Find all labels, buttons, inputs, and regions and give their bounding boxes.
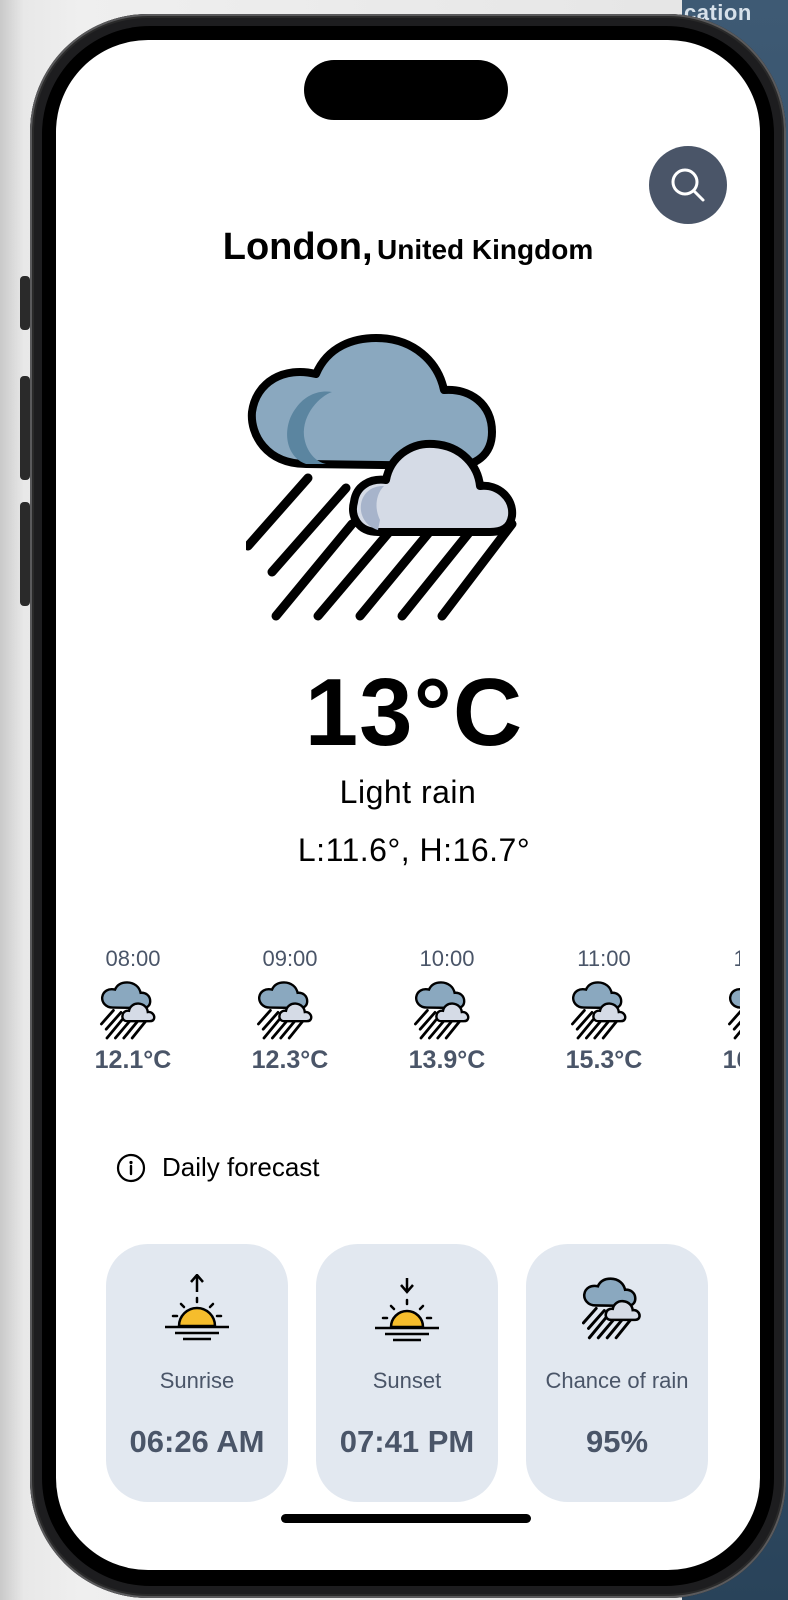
- hourly-time: 10:00: [419, 946, 475, 971]
- rain-cloud-icon: [414, 981, 470, 1040]
- volume-up-button: [20, 376, 30, 480]
- hourly-forecast[interactable]: 08:00 12.1°C 09:00 12.3°C 10:00 13.9°C 1…: [76, 946, 740, 1096]
- sunrise-value: 06:26 AM: [129, 1424, 265, 1459]
- sunrise-label: Sunrise: [159, 1368, 235, 1393]
- city-name: London,: [222, 226, 373, 268]
- app-screen: London, United Kingdom 13°C Light rain L…: [56, 40, 760, 1570]
- hourly-temperature: 12.3°C: [251, 1046, 329, 1074]
- hourly-item: 12:00 16.1°C: [706, 946, 740, 1075]
- hourly-item: 09:00 12.3°C: [235, 946, 345, 1075]
- chance-of-rain-card: Chance of rain 95%: [526, 1244, 708, 1502]
- sunrise-icon: [165, 1274, 229, 1341]
- hourly-time: 08:00: [105, 946, 161, 971]
- sunset-card: Sunset 07:41 PM: [316, 1244, 498, 1502]
- hourly-time: 09:00: [262, 946, 318, 971]
- rain-cloud-icon: [728, 988, 740, 1040]
- dynamic-island: [304, 60, 508, 120]
- chance-of-rain-label: Chance of rain: [545, 1368, 689, 1393]
- country-name: United Kingdom: [377, 234, 594, 265]
- hourly-temperature: 16.1°C: [722, 1046, 740, 1074]
- low-high-temperature: L:11.6°, H:16.7°: [297, 832, 531, 868]
- hourly-time: 11:00: [577, 946, 631, 971]
- hourly-item: 11:00 15.3°C: [549, 946, 659, 1075]
- daily-forecast-header: Daily forecast: [116, 1152, 320, 1183]
- hourly-temperature: 12.1°C: [94, 1046, 172, 1074]
- sunset-icon: [375, 1278, 439, 1342]
- rain-cloud-icon: [100, 981, 156, 1040]
- chance-of-rain-value: 95%: [585, 1424, 649, 1459]
- sunset-value: 07:41 PM: [339, 1424, 475, 1459]
- rain-cloud-icon: [582, 1277, 641, 1340]
- hourly-item: 10:00 13.9°C: [392, 946, 502, 1075]
- hourly-time: 12:00: [733, 946, 740, 971]
- sunset-label: Sunset: [372, 1368, 442, 1393]
- rain-cloud-icon: [246, 334, 517, 621]
- volume-down-button: [20, 502, 30, 606]
- search-button[interactable]: [649, 146, 727, 224]
- rain-cloud-icon: [571, 981, 627, 1040]
- hourly-temperature: 15.3°C: [565, 1046, 643, 1074]
- daily-forecast-label: Daily forecast: [162, 1152, 320, 1182]
- search-icon: [671, 168, 705, 202]
- hourly-temperature: 13.9°C: [408, 1046, 486, 1074]
- silent-switch: [20, 276, 30, 330]
- hourly-item: 08:00 12.1°C: [78, 946, 188, 1075]
- location-title: London, United Kingdom: [56, 226, 760, 269]
- home-indicator[interactable]: [281, 1514, 531, 1523]
- weather-description: Light rain: [339, 774, 477, 810]
- rain-cloud-icon: [257, 981, 313, 1040]
- sunrise-card: Sunrise 06:26 AM: [106, 1244, 288, 1502]
- current-temperature: 13°C: [304, 659, 524, 766]
- info-icon: [116, 1153, 146, 1182]
